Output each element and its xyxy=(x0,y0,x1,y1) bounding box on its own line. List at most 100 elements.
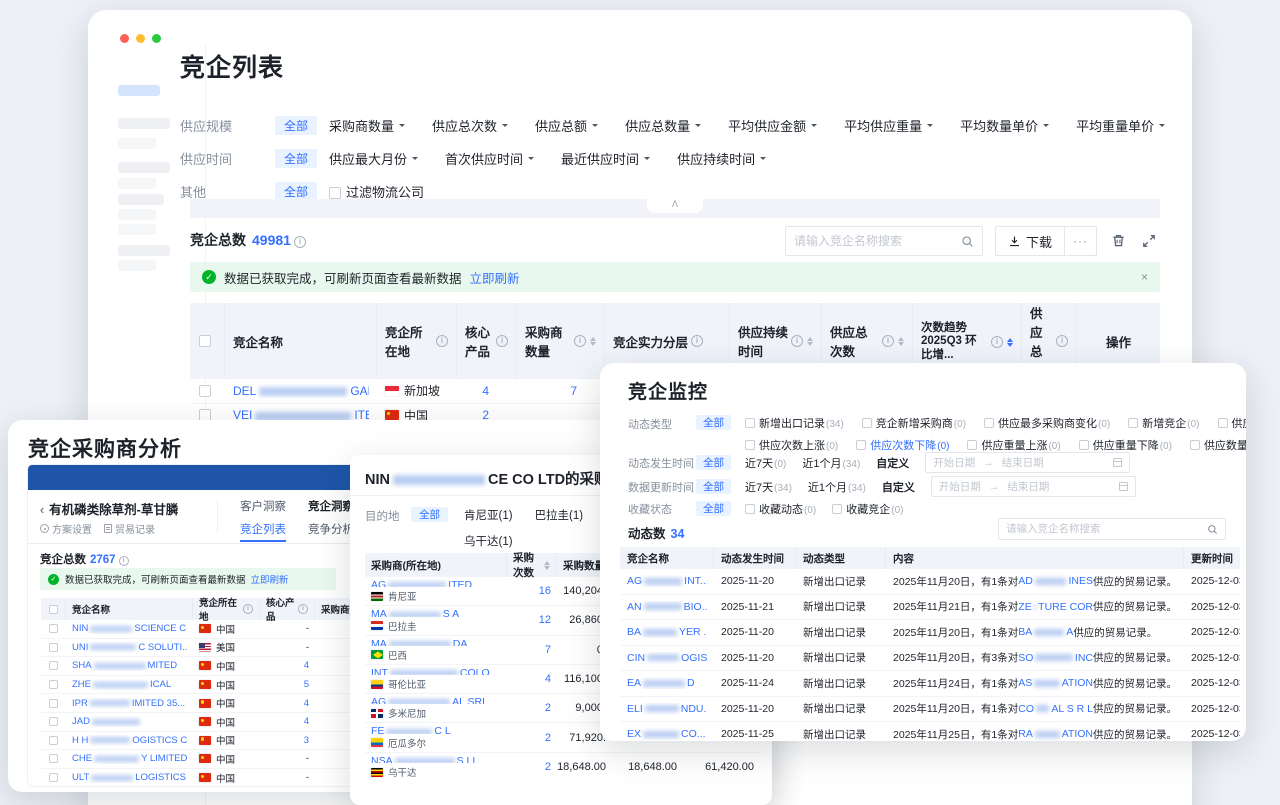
time-option[interactable]: 近1个月(34) xyxy=(808,479,866,495)
company-name-link[interactable]: BAYER ... xyxy=(627,626,707,638)
back-icon[interactable]: ‹ xyxy=(40,503,44,517)
select-all-checkbox[interactable] xyxy=(199,335,211,347)
favorite-checkbox[interactable]: 收藏动态(0) xyxy=(745,501,816,517)
row-checkbox[interactable] xyxy=(49,661,58,670)
purchase-count-link[interactable]: 7 xyxy=(545,644,551,656)
subtab-competition-analysis[interactable]: 竞争分析 xyxy=(308,521,354,542)
more-options-button[interactable]: ··· xyxy=(1065,227,1096,255)
row-checkbox[interactable] xyxy=(49,624,58,633)
type-checkbox[interactable]: 供应金额上涨(0) xyxy=(1218,415,1247,431)
filter-dropdown[interactable]: 供应总次数 xyxy=(432,116,508,135)
competitor-search-box[interactable] xyxy=(785,226,983,256)
company-name-link[interactable]: EAD xyxy=(627,677,695,689)
buyer-name-link[interactable]: INTCOLO... xyxy=(371,667,501,675)
filter-dropdown[interactable]: 最近供应时间 xyxy=(561,149,650,168)
custom-option[interactable]: 自定义 xyxy=(876,455,909,471)
filter-dropdown[interactable]: 供应总额 xyxy=(535,116,598,135)
checkbox-icon[interactable] xyxy=(745,440,755,450)
checkbox-icon[interactable] xyxy=(967,440,977,450)
row-checkbox[interactable] xyxy=(49,736,58,745)
checkbox-icon[interactable] xyxy=(745,418,755,428)
purchase-count-link[interactable]: 12 xyxy=(539,614,551,626)
search-icon[interactable] xyxy=(1207,524,1218,535)
refresh-now-link[interactable]: 立即刷新 xyxy=(251,572,289,586)
table-row[interactable]: EAD 2025-11-24 新增出口记录 2025年11月24日，有1条对AS… xyxy=(620,671,1240,697)
type-checkbox[interactable]: 供应次数下降(0) xyxy=(856,437,949,453)
company-name-link[interactable]: CINOGIS... xyxy=(627,652,707,664)
checkbox-icon[interactable] xyxy=(984,418,994,428)
tab-customer-insight[interactable]: 客户洞察 xyxy=(240,498,286,514)
core-products-link[interactable]: 4 xyxy=(482,384,489,398)
clear-list-button[interactable] xyxy=(1109,230,1128,252)
sidebar-item[interactable] xyxy=(118,162,170,173)
checkbox-icon[interactable] xyxy=(329,187,341,199)
row-checkbox[interactable] xyxy=(49,773,58,782)
type-checkbox[interactable]: 竞企新增采购商(0) xyxy=(862,415,966,431)
sort-button[interactable] xyxy=(898,337,904,346)
minimize-dot-icon[interactable] xyxy=(136,34,145,43)
company-name-link[interactable]: DELGAP... xyxy=(233,384,369,398)
buyer-name-link[interactable]: AGAL SRL xyxy=(371,696,501,704)
close-dot-icon[interactable] xyxy=(120,34,129,43)
buyer-name-link[interactable]: MAS A xyxy=(371,608,501,616)
purchase-count-link[interactable]: 4 xyxy=(545,673,551,685)
search-icon[interactable] xyxy=(961,235,974,248)
custom-option[interactable]: 自定义 xyxy=(882,479,915,495)
favorite-checkbox[interactable]: 收藏竞企(0) xyxy=(832,501,903,517)
checkbox-icon[interactable] xyxy=(832,504,842,514)
download-button[interactable]: 下载 xyxy=(996,227,1065,255)
sidebar-item[interactable] xyxy=(118,138,156,149)
table-row[interactable]: BAYER ... 2025-11-20 新增出口记录 2025年11月20日，… xyxy=(620,620,1240,646)
row-checkbox[interactable] xyxy=(49,680,58,689)
purchase-count-link[interactable]: 2 xyxy=(545,702,551,714)
info-icon[interactable] xyxy=(791,335,803,347)
search-input[interactable] xyxy=(794,234,961,248)
table-row[interactable]: CINOGIS... 2025-11-20 新增出口记录 2025年11月20日… xyxy=(620,646,1240,672)
maximize-dot-icon[interactable] xyxy=(152,34,161,43)
sidebar-item[interactable] xyxy=(118,209,156,220)
row-checkbox[interactable] xyxy=(199,385,211,397)
filter-dropdown[interactable]: 平均供应金额 xyxy=(728,116,817,135)
company-name-link[interactable]: EXCO... xyxy=(627,728,706,740)
company-name-link[interactable]: ELINDU... xyxy=(627,703,707,715)
buyer-name-link[interactable]: MADA xyxy=(371,638,501,646)
table-row[interactable]: ELINDU... 2025-11-20 新增出口记录 2025年11月20日，… xyxy=(620,697,1240,723)
checkbox-icon[interactable] xyxy=(1128,418,1138,428)
company-name-link[interactable]: ANBIO... xyxy=(627,601,707,613)
info-icon[interactable] xyxy=(243,604,253,614)
filter-dropdown[interactable]: 平均重量单价 xyxy=(1076,116,1165,135)
breadcrumb[interactable]: ‹有机磷类除草剂-草甘膦 xyxy=(40,499,178,518)
info-icon[interactable] xyxy=(436,335,448,347)
row-checkbox[interactable] xyxy=(49,699,58,708)
checkbox-icon[interactable] xyxy=(856,440,866,450)
type-checkbox[interactable]: 新增出口记录(34) xyxy=(745,415,844,431)
checkbox-icon[interactable] xyxy=(1218,418,1228,428)
buyer-name-link[interactable]: NSAS LI... xyxy=(371,755,501,763)
time-option[interactable]: 近7天(34) xyxy=(745,479,792,495)
filter-all-chip[interactable]: 全部 xyxy=(696,455,731,470)
date-range-input[interactable]: 开始日期 → 结束日期 xyxy=(931,476,1136,497)
info-icon[interactable] xyxy=(119,556,129,566)
checkbox-icon[interactable] xyxy=(745,504,755,514)
checkbox-icon[interactable] xyxy=(862,418,872,428)
tab-competitor-insight[interactable]: 竞企洞察 xyxy=(308,498,354,514)
row-checkbox[interactable] xyxy=(49,643,58,652)
filter-all-chip[interactable]: 全部 xyxy=(696,501,731,516)
destination-option[interactable]: 巴拉圭(1) xyxy=(535,507,584,523)
filter-all-chip[interactable]: 全部 xyxy=(275,149,317,168)
refresh-now-link[interactable]: 立即刷新 xyxy=(470,268,520,287)
sort-button[interactable] xyxy=(544,561,550,570)
info-icon[interactable] xyxy=(294,236,306,248)
sidebar-item[interactable] xyxy=(118,118,170,129)
info-icon[interactable] xyxy=(298,604,308,614)
checkbox-icon[interactable] xyxy=(1190,440,1200,450)
purchase-count-link[interactable]: 2 xyxy=(545,761,551,773)
info-icon[interactable] xyxy=(691,335,703,347)
buyer-name-link[interactable]: AGITED xyxy=(371,579,501,587)
type-checkbox[interactable]: 供应重量下降(0) xyxy=(1079,437,1172,453)
plan-settings-menu[interactable]: 方案设置 xyxy=(40,521,92,536)
time-option[interactable]: 近7天(0) xyxy=(745,455,786,471)
filter-dropdown[interactable]: 供应总数量 xyxy=(625,116,701,135)
table-row[interactable]: ANBIO... 2025-11-21 新增出口记录 2025年11月21日，有… xyxy=(620,595,1240,621)
destination-option[interactable]: 肯尼亚(1) xyxy=(464,507,513,523)
